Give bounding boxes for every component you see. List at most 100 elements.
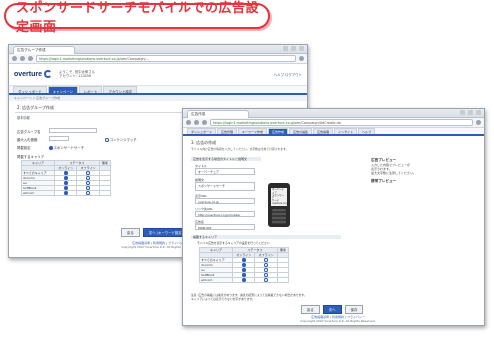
radio-offline[interactable]: [86, 171, 90, 175]
browser-tab[interactable]: 広告作成: [187, 110, 249, 118]
tab-help[interactable]: ヘルプ: [358, 128, 376, 134]
carrier-table: キャリア ステータス 備考 オンライン オフライン すべてのキャリア docom…: [198, 247, 290, 283]
browser-tab[interactable]: 広告グループ作成: [13, 46, 75, 54]
radio-offline[interactable]: [86, 176, 90, 180]
section-heading: 3. 広告の作成: [191, 140, 217, 145]
link-url-value: http://overture.co.jp/mobile/: [198, 213, 241, 217]
radio-online[interactable]: [64, 181, 68, 185]
back-icon[interactable]: [12, 56, 17, 61]
page-title-banner: スポンサードサーチモバイルでの広告設定画面: [4, 1, 270, 35]
radio-offline[interactable]: [264, 258, 268, 262]
close-icon[interactable]: [299, 46, 304, 51]
description-input[interactable]: スポンサードサーチ: [195, 182, 255, 191]
maximize-icon[interactable]: [291, 46, 296, 51]
reload-icon[interactable]: [28, 56, 33, 61]
save-button[interactable]: 保存: [344, 305, 364, 314]
url-host: https://login1.marketingsolutions.overtu…: [213, 121, 294, 125]
tab-keyword-create[interactable]: キーワード作成: [238, 128, 268, 134]
display-url-value: overture.co.jp: [198, 200, 219, 204]
window-controls: [283, 46, 304, 51]
radio-online[interactable]: [242, 273, 246, 277]
radio-online[interactable]: [64, 171, 68, 175]
radio-online[interactable]: [242, 278, 246, 282]
radio-offline[interactable]: [264, 268, 268, 272]
option-sponsored-search-label: スポンサードサーチ: [53, 146, 85, 150]
form-heading: 広告を表示する場合のタイトルと説明文: [191, 157, 261, 161]
next-button[interactable]: 次へ: [322, 305, 342, 314]
display-url-input[interactable]: overture.co.jp: [195, 198, 255, 204]
radio-offline[interactable]: [86, 181, 90, 185]
radio-offline[interactable]: [264, 273, 268, 277]
back-icon[interactable]: [186, 120, 191, 125]
radio-online[interactable]: [64, 191, 68, 195]
link-url-input[interactable]: http://overture.co.jp/mobile/: [195, 211, 255, 217]
back-button[interactable]: 戻る: [301, 305, 320, 314]
star-icon[interactable]: [476, 120, 481, 125]
radio-online[interactable]: [242, 258, 246, 262]
radio-offline[interactable]: [86, 186, 90, 190]
tab-report[interactable]: レポート: [78, 86, 103, 94]
tab-ad-publish[interactable]: 広告掲載: [313, 128, 334, 134]
header-offline: オフライン: [254, 252, 278, 258]
tab-campaign[interactable]: キャンペーン: [47, 86, 78, 94]
tab-dashboard[interactable]: ダッシュボード: [187, 128, 217, 134]
field-label-bid: 最大入札価格: [17, 138, 38, 142]
url-input[interactable]: https://login1.marketingsolutions.overtu…: [36, 55, 296, 62]
intro-text: モバイル向け広告の情報を入力してください。文字数は全角で計算されます。: [191, 147, 289, 151]
back-button[interactable]: 戻る: [121, 228, 140, 237]
overture-logo[interactable]: overture: [14, 70, 53, 78]
radio-offline[interactable]: [86, 191, 90, 195]
title-value: オーバーチュア: [198, 170, 219, 174]
reload-icon[interactable]: [202, 120, 207, 125]
logo-mark-icon: [44, 70, 53, 78]
tab-ad-edit[interactable]: 広告の編集: [289, 128, 313, 134]
radio-online[interactable]: [64, 176, 68, 180]
field-label-placement: 掲載設定: [17, 146, 31, 150]
radio-online[interactable]: [242, 263, 246, 267]
bid-input[interactable]: [49, 136, 69, 141]
close-icon[interactable]: [476, 110, 481, 115]
preview-line: 最大文字数に注意してください。: [371, 171, 416, 175]
minimize-icon[interactable]: [460, 110, 465, 115]
site-header: overture ようこそ, 田中太郎さん アカウント: 123456 ヘルプ …: [9, 64, 307, 86]
address-bar: https://login1.marketingsolutions.overtu…: [9, 54, 307, 64]
radio-offline[interactable]: [264, 263, 268, 267]
header-offline: オフライン: [76, 165, 100, 171]
radio-online[interactable]: [242, 268, 246, 272]
title-input[interactable]: オーバーチュア: [195, 168, 255, 175]
tab-insight[interactable]: インサイト: [334, 128, 358, 134]
url-path: /om/Campaign/...: [119, 57, 150, 61]
tab-dashboard[interactable]: ダッシュボード: [13, 86, 47, 94]
radio-sponsored-search[interactable]: [49, 146, 53, 150]
phone-keypad-icon: [272, 209, 286, 224]
logo-text: overture: [14, 70, 43, 78]
minimize-icon[interactable]: [283, 46, 288, 51]
star-icon[interactable]: [299, 56, 304, 61]
ad-name-input[interactable]: MOB-001: [195, 224, 255, 230]
description-value: スポンサードサーチ: [198, 184, 226, 188]
option-content-match[interactable]: コンテンツマッチ: [105, 137, 137, 142]
url-input[interactable]: https://login1.marketingsolutions.overtu…: [210, 119, 473, 126]
mobile-preview-title: 携帯プレビュー: [371, 179, 397, 183]
maximize-icon[interactable]: [468, 110, 473, 115]
footer: 広告掲載基準 | 利用規約 | プライバシー Copyright 2007 Ov…: [283, 315, 393, 323]
table-row: willcom: [20, 190, 112, 196]
page-title: スポンサードサーチモバイルでの広告設定画面: [16, 1, 260, 35]
group-name-input[interactable]: [49, 128, 97, 133]
tab-ad-management[interactable]: 広告管理: [217, 128, 238, 134]
action-buttons: 戻る 次へ (キーワード設定): [121, 228, 190, 237]
radio-online[interactable]: [64, 186, 68, 190]
browser-window-ad-create: 広告作成 https://login1.marketingsolutions.o…: [182, 108, 485, 326]
table-row: willcom: [198, 277, 290, 283]
tab-ad-create[interactable]: 広告作成: [268, 128, 289, 134]
carrier-subheading: モバイル広告を表示するキャリアの設定を行ってください: [197, 241, 270, 245]
note-cell: [276, 277, 290, 283]
tab-account[interactable]: アカウント設定: [103, 86, 138, 94]
forward-icon[interactable]: [194, 120, 199, 125]
option-sponsored-search[interactable]: スポンサードサーチ: [49, 145, 84, 150]
radio-content-match[interactable]: [105, 138, 109, 142]
header-links[interactable]: ヘルプ ログアウト: [274, 72, 302, 77]
forward-icon[interactable]: [20, 56, 25, 61]
radio-offline[interactable]: [264, 278, 268, 282]
notice-line: キャリアによっては表示できない文字があります。: [191, 296, 255, 301]
